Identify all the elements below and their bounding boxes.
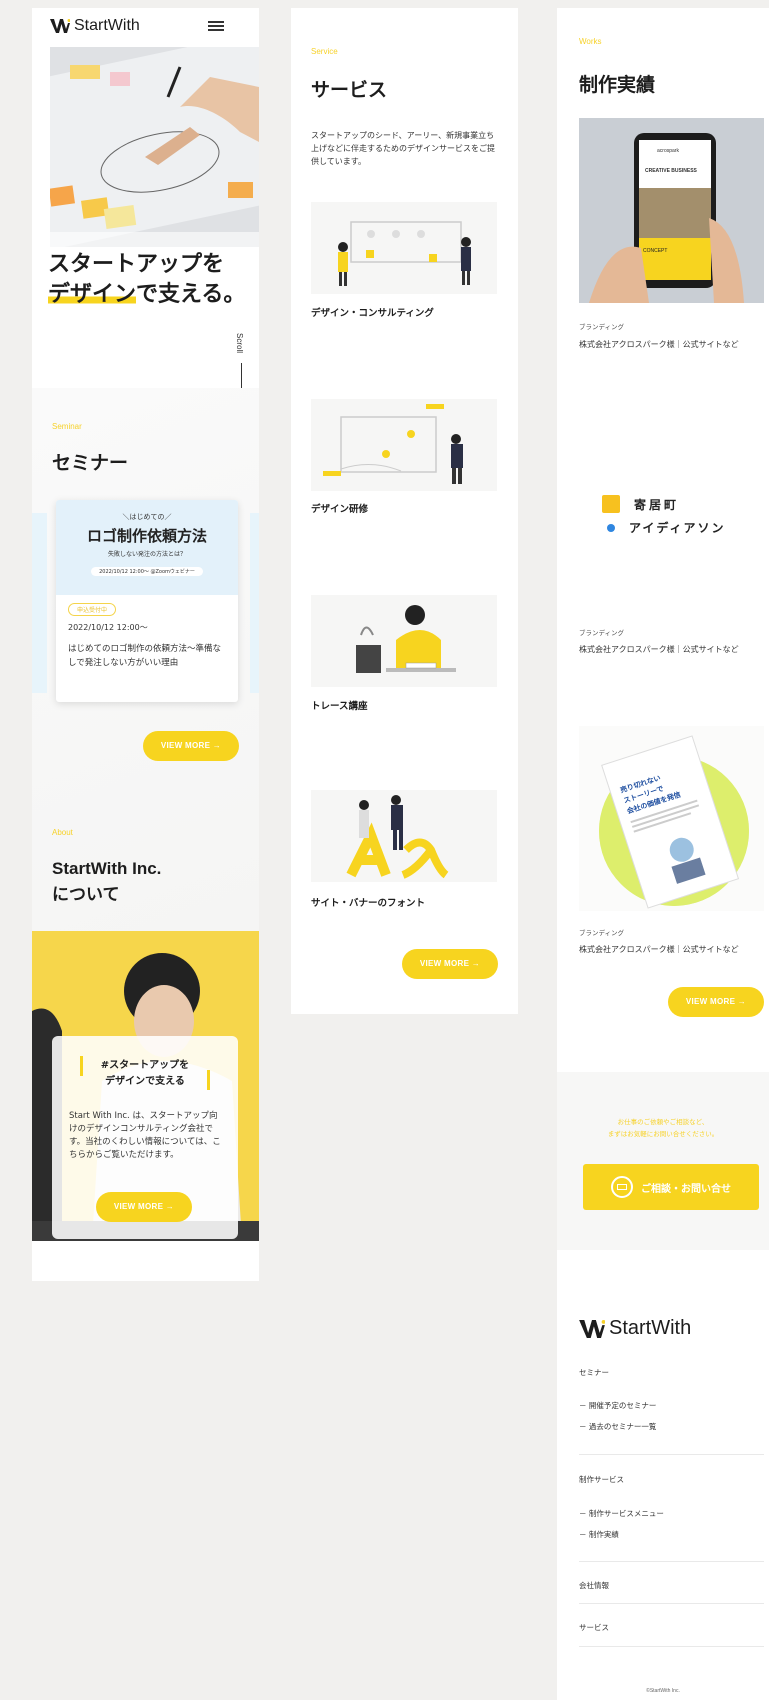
startwith-logo-icon[interactable] [50, 19, 70, 33]
work-2-logo: 寄居町 アイディアソン [602, 495, 752, 536]
work-1-category: ブランディング [579, 323, 625, 331]
footer-divider [579, 1454, 764, 1455]
phone-brand: acrospark [657, 148, 679, 154]
footer-logo-text[interactable]: StartWith [609, 1317, 691, 1340]
about-view-more-button[interactable]: VIEW MORE → [96, 1192, 192, 1222]
about-card-text: Start With Inc. は、スタートアップ向けのデザインコンサルティング… [69, 1111, 221, 1160]
footer-link-company[interactable]: 会社情報 [579, 1580, 609, 1591]
service-label-font[interactable]: サイト・バナーのフォント [311, 895, 425, 909]
banner-subtitle: 失敗しない発注の方法とは？ [107, 551, 186, 558]
mail-icon [611, 1176, 633, 1198]
seminar-label-en: Seminar [52, 422, 82, 431]
banner-small-text: ＼はじめての／ [122, 513, 172, 521]
about-card: #スタートアップを デザインで支える Start With Inc. は、スター… [52, 1036, 238, 1239]
about-title-2: について [52, 885, 120, 905]
service-label-en: Service [311, 47, 338, 56]
copyright: ©StartWith Inc. [646, 1688, 680, 1694]
work-2-title[interactable]: 株式会社アクロスパーク様｜公式サイトなど [579, 644, 739, 655]
contact-note: お仕事のご依頼やご相談など、 まずはお気軽にお問い合せください。 [557, 1116, 769, 1140]
hero-line-1: スタートアップを [48, 252, 225, 277]
work-1-title[interactable]: 株式会社アクロスパーク様｜公式サイトなど [579, 339, 739, 350]
service-label-consulting[interactable]: デザイン・コンサルティング [311, 305, 434, 319]
blue-dot-icon [607, 523, 615, 532]
seminar-card[interactable]: ＼はじめての／ ロゴ制作依頼方法 失敗しない発注の方法とは？ 2022/10/1… [56, 500, 238, 702]
illustration-trace [311, 595, 497, 687]
status-badge: 申込受付中 [68, 603, 117, 616]
hero-highlight: デザイン [48, 282, 137, 307]
contact-button[interactable]: ご相談・お問い合せ [583, 1164, 759, 1210]
footer-link-works-service[interactable]: 制作サービス [579, 1474, 624, 1485]
scroll-label: Scroll [235, 333, 244, 354]
work-2-category: ブランディング [579, 629, 625, 637]
illustration-font [311, 790, 497, 882]
about-title-1: StartWith Inc. [52, 859, 162, 878]
works-label-en: Works [579, 37, 602, 46]
seminar-description: はじめてのロゴ制作の依頼方法〜準備なしで発注しない方がいい理由 [68, 644, 222, 668]
about-card-title-2: デザインで支える [105, 1076, 185, 1087]
phone-headline: CREATIVE BUSINESS [645, 168, 698, 174]
footer-link-works-results[interactable]: － 制作実績 [579, 1529, 619, 1540]
logo-text[interactable]: StartWith [74, 17, 140, 35]
seminar-card-prev[interactable] [32, 513, 47, 693]
service-intro: スタートアップのシード、アーリー、新規事業立ち上げなどに伴走するためのデザインサ… [311, 131, 495, 166]
seminar-view-more-button[interactable]: VIEW MORE → [143, 731, 239, 761]
seminar-date: 2022/10/12 12:00〜 [68, 623, 148, 632]
contact-note-2: まずはお気軽にお問い合せください。 [607, 1130, 719, 1138]
logo-card-line2: アイディアソン [629, 521, 726, 535]
home-column: StartWith スタートアップを デザインで支える。 Scroll Semi… [32, 8, 259, 1281]
banner-title: ロゴ制作依頼方法 [86, 527, 207, 545]
footer-link-seminar-upcoming[interactable]: － 開催予定のセミナー [579, 1400, 656, 1411]
work-image-3[interactable]: 売り切れない ストーリーで 会社の価値を発信 [579, 726, 764, 911]
footer-divider [579, 1561, 764, 1562]
footer-link-works-menu[interactable]: － 制作サービスメニュー [579, 1508, 664, 1519]
footer-link-seminar[interactable]: セミナー [579, 1367, 609, 1378]
works-column: Works 制作実績 acrospark CREATIVE BUSINESS C… [557, 8, 769, 1700]
about-card-title: #スタートアップを デザインで支える [52, 1058, 238, 1090]
work-image-1[interactable]: acrospark CREATIVE BUSINESS CONCEPT [579, 118, 764, 303]
service-heading: サービス [311, 79, 388, 101]
hamburger-menu-icon[interactable] [208, 21, 224, 31]
about-heading: StartWith Inc. について [52, 856, 161, 908]
service-column: Service サービス スタートアップのシード、アーリー、新規事業立ち上げなど… [291, 8, 518, 1014]
contact-button-label: ご相談・お問い合せ [641, 1183, 731, 1195]
footer-divider [579, 1646, 764, 1647]
hero-heading: スタートアップを デザインで支える。 [48, 250, 258, 310]
footer-link-service[interactable]: サービス [579, 1622, 609, 1633]
works-view-more-button[interactable]: VIEW MORE → [668, 987, 764, 1017]
contact-section [557, 1072, 769, 1250]
about-card-title-1: #スタートアップを [100, 1060, 190, 1071]
yellow-square-icon [602, 495, 620, 513]
contact-note-1: お仕事のご依頼やご相談など、 [617, 1118, 709, 1126]
about-label-en: About [52, 828, 73, 837]
hero-image [50, 47, 259, 247]
footer-link-seminar-past[interactable]: － 過去のセミナー一覧 [579, 1421, 656, 1432]
banner-date: 2022/10/12 12:00〜 @Zoomウェビナー [91, 567, 203, 576]
seminar-card-next[interactable] [250, 513, 259, 693]
footer-logo-icon[interactable] [579, 1320, 605, 1338]
illustration-training [311, 399, 497, 491]
seminar-heading: セミナー [52, 452, 129, 474]
seminar-banner: ＼はじめての／ ロゴ制作依頼方法 失敗しない発注の方法とは？ 2022/10/1… [56, 500, 238, 595]
work-3-category: ブランディング [579, 929, 625, 937]
service-label-training[interactable]: デザイン研修 [311, 501, 368, 515]
hero-line-2: で支える。 [136, 282, 246, 307]
service-view-more-button[interactable]: VIEW MORE → [402, 949, 498, 979]
service-label-trace[interactable]: トレース講座 [311, 698, 368, 712]
logo-card-line1: 寄居町 [634, 497, 680, 512]
footer-divider [579, 1603, 764, 1604]
works-heading: 制作実績 [579, 74, 656, 96]
illustration-consulting [311, 202, 497, 294]
phone-concept: CONCEPT [643, 248, 667, 254]
work-3-title[interactable]: 株式会社アクロスパーク様｜公式サイトなど [579, 944, 739, 955]
